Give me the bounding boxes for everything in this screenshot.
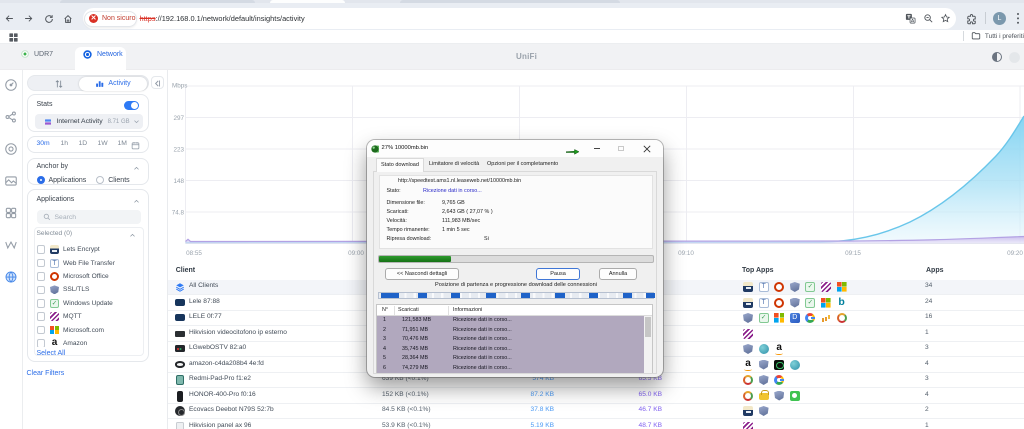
svg-text:148: 148 — [173, 178, 184, 185]
svg-text:223: 223 — [173, 147, 184, 154]
svg-text:Mbps: Mbps — [172, 83, 187, 90]
svg-text:09:20: 09:20 — [1007, 250, 1023, 257]
svg-text:08:55: 08:55 — [186, 250, 202, 257]
svg-text:09:10: 09:10 — [678, 250, 694, 257]
svg-text:09:00: 09:00 — [348, 250, 364, 257]
svg-text:74.8: 74.8 — [172, 210, 185, 217]
svg-text:297: 297 — [173, 115, 184, 122]
svg-text:09:15: 09:15 — [845, 250, 861, 257]
